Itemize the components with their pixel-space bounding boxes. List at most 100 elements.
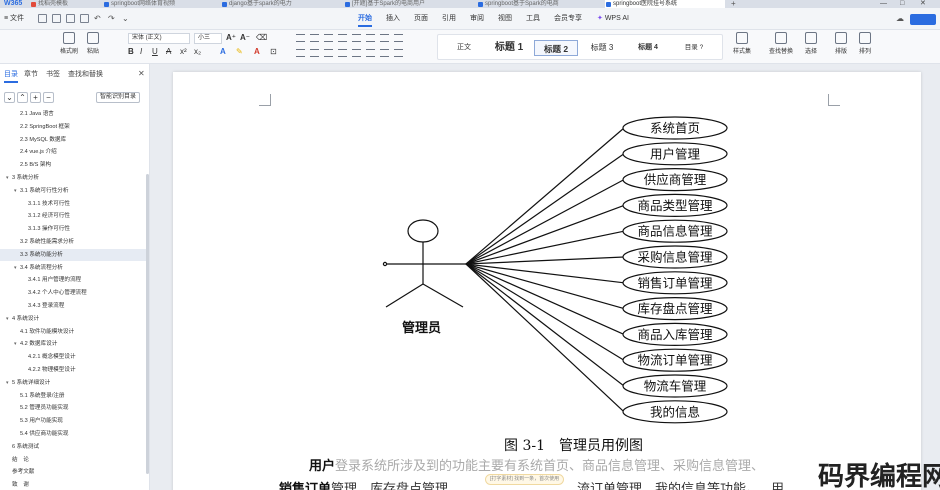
toc-item[interactable]: 3.4.3 登录流程 (0, 300, 146, 312)
justify-icon[interactable] (338, 49, 347, 57)
superscript-icon[interactable]: x² (180, 47, 187, 56)
toc-item[interactable]: 5.2 管理员功能实现 (0, 402, 146, 414)
toc-item[interactable]: 2.3 MySQL 数据库 (0, 134, 146, 146)
wps-ai-button[interactable]: ✦ WPS AI (597, 13, 629, 25)
style-heading-1[interactable]: 标题 1 (486, 40, 532, 56)
strikethrough-icon[interactable]: A (166, 47, 171, 56)
export-pdf-icon[interactable] (80, 14, 89, 23)
toc-item[interactable]: ▾ 3 系统分析 (0, 172, 146, 184)
highlight-icon[interactable]: ✎ (236, 47, 243, 56)
toc-item[interactable]: 6 系统测试 (0, 441, 146, 453)
new-tab-icon[interactable]: + (731, 0, 736, 8)
char-border-icon[interactable]: ⊡ (270, 47, 277, 56)
chinese-layout-icon[interactable] (352, 34, 361, 42)
paste-button[interactable]: 粘贴 (82, 32, 104, 55)
expand-all-icon[interactable]: ⌄ (4, 92, 15, 103)
toc-item[interactable]: 3.2 系统性能需求分析 (0, 236, 146, 248)
toc-item[interactable]: ▾ 4.2 数据库设计 (0, 338, 146, 350)
toc-item[interactable]: 5.4 供应商功能实现 (0, 428, 146, 440)
align-right-icon[interactable] (324, 49, 333, 57)
toc-item[interactable]: 3.4.2 个人中心管理流程 (0, 287, 146, 299)
menu-member[interactable]: 会员专享 (554, 13, 582, 25)
doc-tab[interactable]: 找稻壳模板 (30, 0, 100, 8)
align-left-icon[interactable] (296, 49, 305, 57)
style-toc[interactable]: 目录 ? (672, 40, 716, 56)
layout-button[interactable]: 排版 (830, 32, 852, 55)
nav-scrollbar[interactable] (146, 174, 149, 474)
toc-item[interactable]: 3.4.1 用户管理的流程 (0, 274, 146, 286)
share-button[interactable] (910, 14, 936, 25)
toc-item[interactable]: 致 谢 (0, 479, 146, 490)
arrange-button[interactable]: 排列 (854, 32, 876, 55)
remove-heading-icon[interactable]: − (43, 92, 54, 103)
customize-icon[interactable]: ⌄ (122, 14, 129, 23)
borders-icon[interactable] (394, 49, 403, 57)
shrink-font-icon[interactable]: A⁻ (240, 33, 250, 42)
shading-icon[interactable] (380, 49, 389, 57)
style-set-button[interactable]: 样式集 (728, 32, 756, 55)
menu-home[interactable]: 开始 (358, 13, 372, 27)
clear-format-icon[interactable]: ⌫ (256, 33, 267, 42)
toc-item[interactable]: ▾ 5 系统详细设计 (0, 377, 146, 389)
bullets-icon[interactable] (296, 34, 305, 42)
toc-item[interactable]: 5.3 用户功能实现 (0, 415, 146, 427)
decrease-indent-icon[interactable] (324, 34, 333, 42)
menu-reference[interactable]: 引用 (442, 13, 456, 25)
close-icon[interactable]: ✕ (920, 0, 926, 8)
doc-tab[interactable]: springboot网络体育视频 (103, 0, 218, 8)
text-effect-icon[interactable]: A (220, 47, 226, 56)
line-spacing-icon[interactable] (366, 49, 375, 57)
undo-icon[interactable]: ↶ (94, 14, 101, 23)
menu-page[interactable]: 页面 (414, 13, 428, 25)
numbering-icon[interactable] (310, 34, 319, 42)
toc-item[interactable]: ▾ 3.1 系统可行性分析 (0, 185, 146, 197)
grow-font-icon[interactable]: A⁺ (226, 33, 236, 42)
increase-indent-icon[interactable] (338, 34, 347, 42)
minimize-icon[interactable]: — (880, 0, 887, 8)
collapse-all-icon[interactable]: ⌃ (17, 92, 28, 103)
toc-item[interactable]: 3.1.1 技术可行性 (0, 198, 146, 210)
menu-review[interactable]: 审阅 (470, 13, 484, 25)
maximize-icon[interactable]: □ (900, 0, 904, 8)
bold-icon[interactable]: B (128, 47, 134, 56)
distributed-icon[interactable] (352, 49, 361, 57)
toc-item[interactable]: 2.2 SpringBoot 框架 (0, 121, 146, 133)
menu-view[interactable]: 视图 (498, 13, 512, 25)
text-direction-icon[interactable] (394, 34, 403, 42)
tab-bookmarks[interactable]: 书签 (46, 69, 60, 81)
tab-toc[interactable]: 目录 (4, 69, 18, 83)
close-nav-icon[interactable]: ✕ (138, 69, 145, 78)
tab-find-replace[interactable]: 查找和替换 (68, 69, 103, 81)
print-preview-icon[interactable] (66, 14, 75, 23)
toc-item[interactable]: ▾ 3.4 系统流程分析 (0, 262, 146, 274)
menu-tools[interactable]: 工具 (526, 13, 540, 25)
smart-toc-button[interactable]: 智能识别目录 (96, 92, 141, 103)
find-replace-button[interactable]: 查找替换 (764, 32, 798, 55)
document-page[interactable]: 系统首页 用户管理 供应商管理 商品类型管理 商品信息管理 采购信息管理 销售订单管理 库存盘… (173, 72, 921, 490)
cloud-sync-icon[interactable]: ☁ (896, 14, 904, 23)
toc-item[interactable]: 结 论 (0, 454, 146, 466)
redo-icon[interactable]: ↷ (108, 14, 115, 23)
file-menu[interactable]: ≡ 文件 (4, 13, 24, 23)
doc-tab[interactable]: [开题]基于Spark的电商用户 (344, 0, 474, 8)
toc-item[interactable]: 2.5 B/S 架构 (0, 159, 146, 171)
font-color-icon[interactable]: A (254, 47, 260, 56)
subscript-icon[interactable]: x₂ (194, 47, 201, 56)
font-name-select[interactable]: 宋体 (正文) (128, 33, 190, 44)
typing-hint-popup[interactable]: [打字素材] 找到一条，首次使用 (485, 474, 565, 485)
sort-icon[interactable] (366, 34, 375, 42)
app-logo[interactable]: W365 (4, 0, 22, 8)
doc-tab[interactable]: springboot基于Spark的电商 (477, 0, 602, 8)
menu-insert[interactable]: 插入 (386, 13, 400, 25)
tab-chapters[interactable]: 章节 (24, 69, 38, 81)
toc-item[interactable]: 3.1.2 经济可行性 (0, 210, 146, 222)
toc-item[interactable]: 5.1 系统登录/注册 (0, 390, 146, 402)
format-painter-button[interactable]: 格式刷 (58, 32, 80, 55)
style-normal[interactable]: 正文 (444, 40, 484, 56)
style-heading-4[interactable]: 标题 4 (626, 40, 670, 56)
style-heading-3[interactable]: 标题 3 (580, 40, 624, 56)
toc-item[interactable]: 2.1 Java 语言 (0, 108, 146, 120)
doc-tab-active[interactable]: springboot医院挂号系统 (605, 0, 725, 8)
print-icon[interactable] (52, 14, 61, 23)
save-icon[interactable] (38, 14, 47, 23)
